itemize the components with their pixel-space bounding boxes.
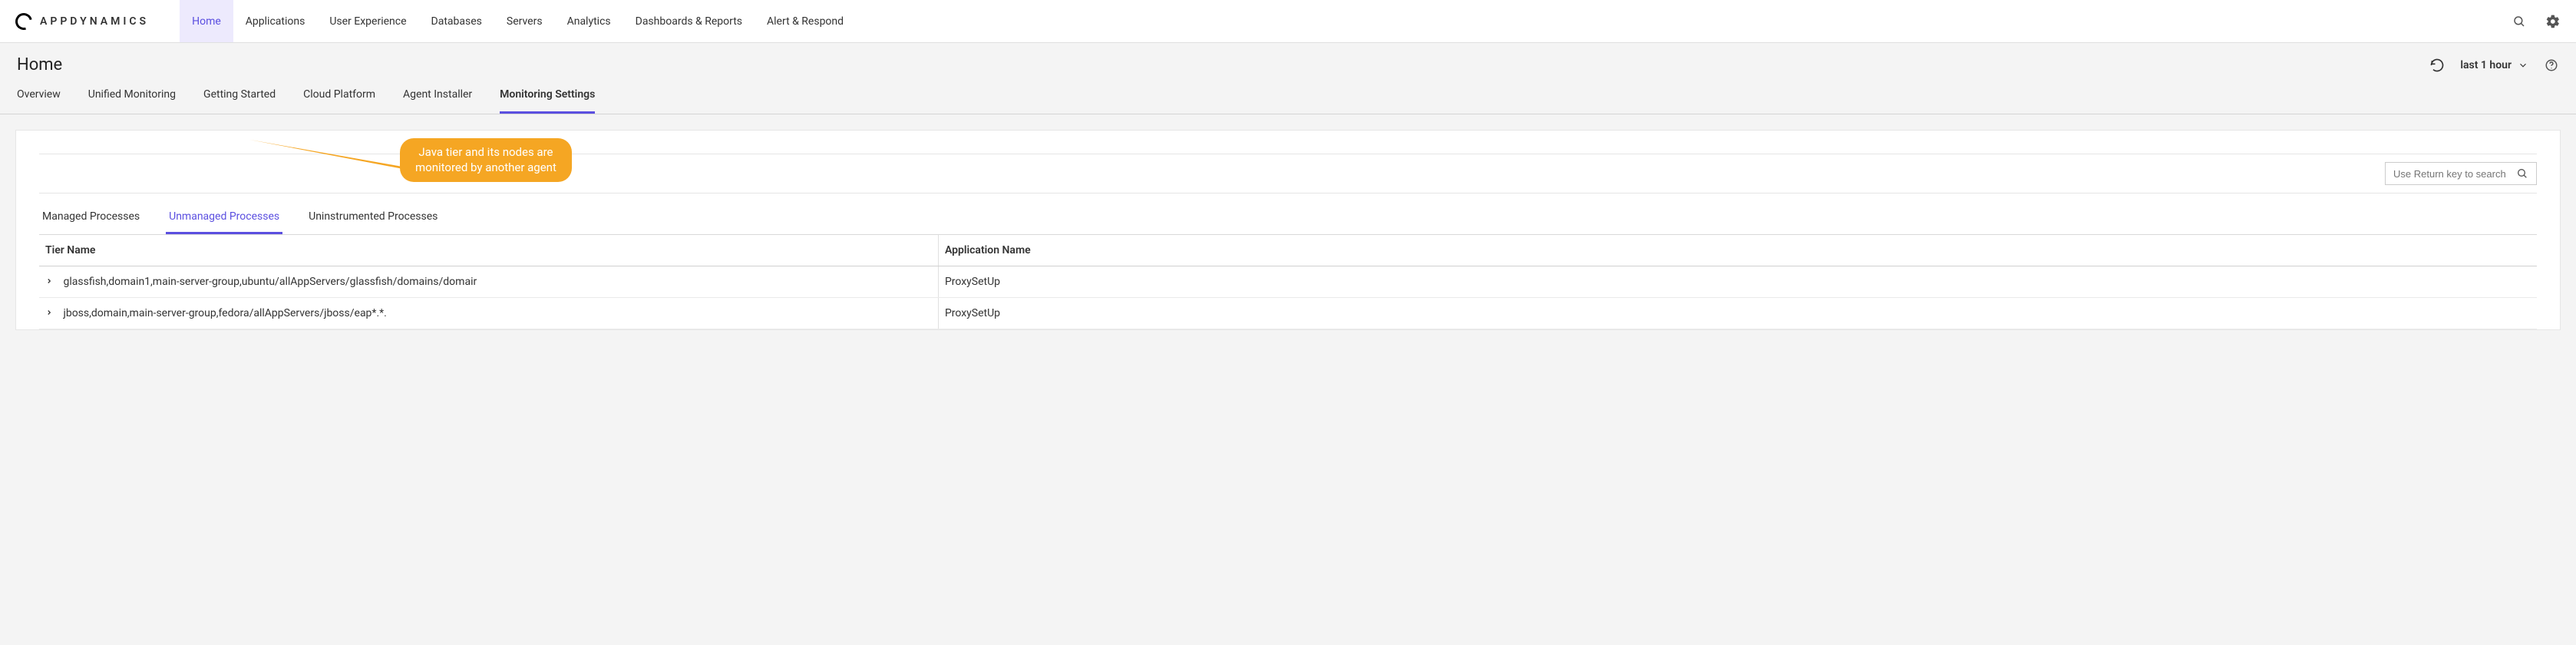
search-icon[interactable] bbox=[2512, 14, 2527, 29]
callout-text-line1: Java tier and its nodes are bbox=[415, 144, 556, 160]
subnav-label: Overview bbox=[17, 88, 61, 101]
monitoring-settings-panel: Java tier and its nodes are monitored by… bbox=[15, 130, 2561, 330]
help-icon[interactable] bbox=[2544, 58, 2559, 73]
sub-nav: Overview Unified Monitoring Getting Star… bbox=[0, 74, 2576, 114]
subnav-unified-monitoring[interactable]: Unified Monitoring bbox=[88, 88, 176, 114]
subnav-label: Cloud Platform bbox=[303, 88, 375, 101]
topnav-alert-respond[interactable]: Alert & Respond bbox=[755, 0, 856, 42]
topnav-label: Home bbox=[192, 15, 221, 28]
processes-table: Tier Name Application Name glassfish,dom… bbox=[39, 235, 2537, 329]
topnav-label: Databases bbox=[431, 15, 482, 28]
subnav-label: Getting Started bbox=[203, 88, 276, 101]
callout-text-line2: monitored by another agent bbox=[415, 160, 556, 175]
tab-managed-processes[interactable]: Managed Processes bbox=[39, 203, 143, 234]
topnav-label: User Experience bbox=[329, 15, 406, 28]
subnav-label: Monitoring Settings bbox=[500, 88, 595, 101]
topnav-analytics[interactable]: Analytics bbox=[555, 0, 623, 42]
search-box[interactable] bbox=[2385, 162, 2537, 185]
cell-app-name: ProxySetUp bbox=[938, 266, 2537, 298]
time-range-selector[interactable]: last 1 hour bbox=[2460, 59, 2528, 71]
top-nav: Home Applications User Experience Databa… bbox=[180, 0, 856, 42]
table-row[interactable]: jboss,domain,main-server-group,fedora/al… bbox=[39, 298, 2537, 329]
chevron-down-icon bbox=[2518, 60, 2528, 71]
refresh-icon[interactable] bbox=[2429, 58, 2445, 73]
subnav-label: Agent Installer bbox=[403, 88, 472, 101]
gear-icon[interactable] bbox=[2545, 14, 2561, 29]
search-input[interactable] bbox=[2393, 168, 2508, 180]
cell-app-name: ProxySetUp bbox=[938, 298, 2537, 329]
col-header-app[interactable]: Application Name bbox=[938, 235, 2537, 266]
tab-label: Unmanaged Processes bbox=[169, 210, 279, 223]
topnav-label: Alert & Respond bbox=[767, 15, 844, 28]
tab-label: Uninstrumented Processes bbox=[309, 210, 438, 223]
topbar-right bbox=[2512, 14, 2561, 29]
subnav-cloud-platform[interactable]: Cloud Platform bbox=[303, 88, 375, 114]
chevron-right-icon[interactable] bbox=[45, 309, 53, 316]
search-icon[interactable] bbox=[2516, 167, 2528, 180]
col-header-tier[interactable]: Tier Name bbox=[39, 235, 938, 266]
subnav-overview[interactable]: Overview bbox=[17, 88, 61, 114]
subnav-getting-started[interactable]: Getting Started bbox=[203, 88, 276, 114]
subnav-label: Unified Monitoring bbox=[88, 88, 176, 101]
cell-tier-name: jboss,domain,main-server-group,fedora/al… bbox=[63, 307, 386, 319]
topnav-label: Servers bbox=[507, 15, 543, 28]
topnav-user-experience[interactable]: User Experience bbox=[317, 0, 418, 42]
subnav-agent-installer[interactable]: Agent Installer bbox=[403, 88, 472, 114]
annotation-callout: Java tier and its nodes are monitored by… bbox=[400, 138, 572, 182]
tab-unmanaged-processes[interactable]: Unmanaged Processes bbox=[166, 203, 282, 234]
subnav-monitoring-settings[interactable]: Monitoring Settings bbox=[500, 88, 595, 114]
callout-bubble: Java tier and its nodes are monitored by… bbox=[400, 138, 572, 182]
page-header-right: last 1 hour bbox=[2429, 58, 2559, 73]
topnav-label: Dashboards & Reports bbox=[636, 15, 742, 28]
page-header: Home last 1 hour bbox=[0, 43, 2576, 74]
top-bar: APPDYNAMICS Home Applications User Exper… bbox=[0, 0, 2576, 43]
brand-logo: APPDYNAMICS bbox=[15, 13, 149, 30]
tab-uninstrumented-processes[interactable]: Uninstrumented Processes bbox=[305, 203, 441, 234]
topnav-applications[interactable]: Applications bbox=[233, 0, 318, 42]
appdynamics-logo-icon bbox=[12, 9, 35, 32]
process-tabs: Managed Processes Unmanaged Processes Un… bbox=[39, 203, 2537, 235]
time-range-label: last 1 hour bbox=[2460, 59, 2512, 71]
brand-name: APPDYNAMICS bbox=[40, 15, 149, 28]
cell-tier-name: glassfish,domain1,main-server-group,ubun… bbox=[63, 276, 477, 288]
topnav-label: Analytics bbox=[567, 15, 611, 28]
table-header-row: Tier Name Application Name bbox=[39, 235, 2537, 266]
topnav-servers[interactable]: Servers bbox=[494, 0, 555, 42]
table-row[interactable]: glassfish,domain1,main-server-group,ubun… bbox=[39, 266, 2537, 298]
topnav-databases[interactable]: Databases bbox=[419, 0, 494, 42]
page-title: Home bbox=[17, 55, 62, 74]
topnav-dashboards-reports[interactable]: Dashboards & Reports bbox=[623, 0, 755, 42]
topnav-home[interactable]: Home bbox=[180, 0, 233, 42]
chevron-right-icon[interactable] bbox=[45, 277, 53, 285]
topnav-label: Applications bbox=[246, 15, 305, 28]
tab-label: Managed Processes bbox=[42, 210, 140, 223]
